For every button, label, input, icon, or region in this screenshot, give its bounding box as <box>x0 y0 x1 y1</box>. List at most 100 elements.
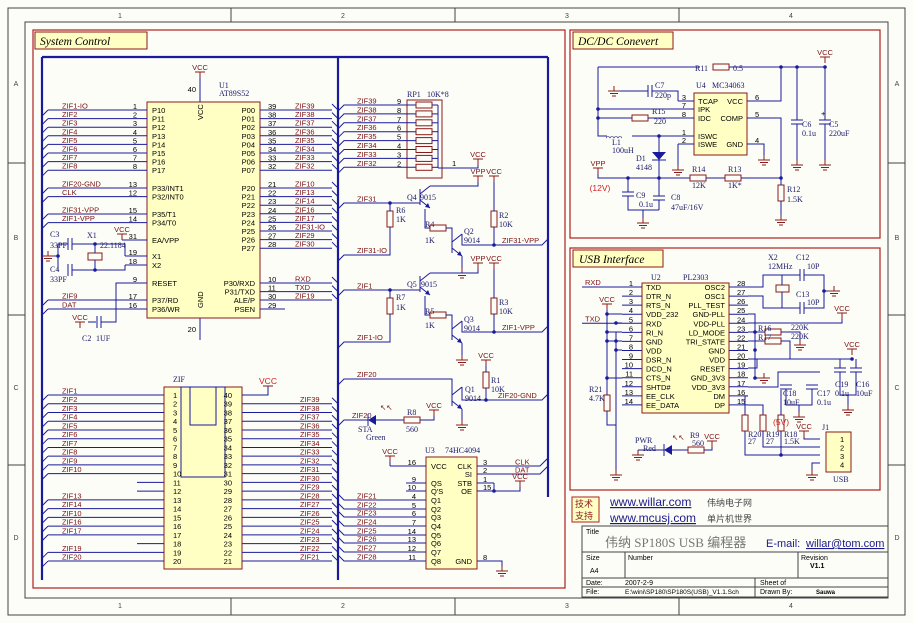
date-label: Date: <box>586 580 603 587</box>
zif-pin-number: 11 <box>173 478 181 487</box>
ruler-row-A: A <box>895 81 900 88</box>
u2-pin-TRI_STATE: TRI_STATE <box>686 337 725 346</box>
q5-value: 9015 <box>421 280 437 289</box>
u4-pin-GND: GND <box>726 140 743 149</box>
link-willar[interactable]: www.willar.com <box>609 495 691 509</box>
link-mcusj[interactable]: www.mcusj.com <box>609 511 696 525</box>
resistor <box>759 414 767 432</box>
junction-dot <box>484 398 488 402</box>
power-label-vcc: VCC <box>796 422 812 431</box>
u2-pin-GND: GND <box>708 346 725 355</box>
u2-part: PL2303 <box>683 273 708 282</box>
rp1-net-wire <box>337 131 420 139</box>
x2-value: 12MHz <box>768 262 793 271</box>
c19-value: 0.1u <box>835 389 849 398</box>
rp1-net-wire <box>337 113 420 121</box>
u3-pin-Q'S: Q'S <box>431 487 443 496</box>
wire <box>760 117 782 178</box>
schematic-canvas: System Control DC/DC Conevert USB Interf… <box>0 0 913 623</box>
wire <box>446 314 453 332</box>
size-label: Size <box>586 555 600 562</box>
u4-part: MC34063 <box>712 81 744 90</box>
c7-ref: C7 <box>655 81 664 90</box>
r19-value: 27 <box>766 437 774 446</box>
u2-pin-VDD_232: VDD_232 <box>646 310 679 319</box>
net-label: ZIF31 <box>357 195 377 204</box>
transistor-arrow <box>457 404 462 409</box>
r16-value: 220K <box>791 323 809 332</box>
u1-pin-number: 40 <box>188 85 196 94</box>
ruler-column-1: 1 <box>118 13 122 20</box>
zif-pin-number: 22 <box>224 548 232 557</box>
u1-pin-EA/VPP: EA/VPP <box>152 236 179 245</box>
r7-value: 1K <box>396 303 406 312</box>
net-label: ZIF33 <box>357 150 377 159</box>
u1-gnd-label: GND <box>196 291 205 308</box>
zif-pin-number: 18 <box>173 540 181 549</box>
resistor <box>777 184 785 202</box>
u4-pin-IDC: IDC <box>698 114 712 123</box>
u2-pin-RI_N: RI_N <box>646 328 663 337</box>
u2-pin-GND_3V3: GND_3V3 <box>691 374 725 383</box>
r14-value: 12K <box>692 181 706 190</box>
wire <box>337 378 453 398</box>
zif-pin-number: 1 <box>173 391 177 400</box>
led-pwr-icon <box>664 445 672 455</box>
net-label: ZIF32 <box>300 456 320 465</box>
r15-value: 220 <box>654 117 666 126</box>
link-mcusj-desc: 单片机世界 <box>707 513 752 524</box>
transistor-arrow <box>457 251 462 256</box>
u1-pin-ALE/P: ALE/P <box>234 296 255 305</box>
u2-pin-PLL_TEST: PLL_TEST <box>688 301 725 310</box>
power-label-vcc: VCC <box>382 447 398 456</box>
c8-ref: C8 <box>671 193 680 202</box>
power-label-vcc: VCC <box>426 401 442 410</box>
r6-value: 1K <box>396 215 406 224</box>
r1-value: 10K <box>491 385 505 394</box>
u2-pin-DTR_N: DTR_N <box>646 292 671 301</box>
revision-value: V1.1 <box>810 563 825 570</box>
zif-pin-number: 34 <box>224 443 232 452</box>
net-label: ZIF19 <box>62 544 82 553</box>
resistor <box>386 210 394 228</box>
u1-vcc-label: VCC <box>196 104 205 120</box>
net-label: ZIF17 <box>62 526 82 535</box>
c3-ref: C3 <box>50 230 59 239</box>
wire <box>811 462 820 470</box>
net-label: ZIF32 <box>357 159 377 168</box>
net-label: ZIF34 <box>357 141 377 150</box>
r14-ref: R14 <box>692 165 705 174</box>
zif-pin-number: 16 <box>173 522 181 531</box>
file-value: E:\wini\SP180\SP180S(USB)_V1.1.Sch <box>625 589 739 596</box>
net-label: ZIF38 <box>357 105 377 114</box>
net-label: TXD <box>585 314 601 323</box>
transistor-arrow <box>457 338 462 343</box>
u1-pin-P34/T0: P34/T0 <box>152 219 176 228</box>
u2-pin-SHTD#: SHTD# <box>646 383 671 392</box>
c4-value: 33PF <box>50 275 67 284</box>
junction-dot <box>779 453 783 457</box>
rp1-pin-number: 2 <box>397 159 401 168</box>
zif-pin-number: 20 <box>173 557 181 566</box>
u3-pin-Q7: Q7 <box>431 548 441 557</box>
net-label: ZIF35 <box>357 132 377 141</box>
r13-value: 1K* <box>728 181 742 190</box>
power-label-vcc: VCC <box>470 150 486 159</box>
net-label: ZIF39 <box>300 395 320 404</box>
email-link[interactable]: willar@tom.com <box>805 538 884 550</box>
zif-pin-number: 40 <box>224 391 232 400</box>
net-label: ZIF24 <box>300 526 320 535</box>
u2-pin-VDD: VDD <box>646 346 662 355</box>
power-label-vpp: VPP <box>470 167 485 176</box>
net-label: ZIF23 <box>300 535 320 544</box>
net-label: ZIF36 <box>357 123 377 132</box>
wire <box>704 443 713 451</box>
wire <box>430 265 479 274</box>
net-label: ZIF25 <box>300 518 320 527</box>
sheet-label: Sheet of <box>760 580 786 587</box>
j1-ref: J1 <box>822 423 829 432</box>
u2-pin-CTS_N: CTS_N <box>646 374 671 383</box>
power-label-vcc: VCC <box>817 48 833 57</box>
zif-pin-number: 38 <box>224 408 232 417</box>
diode-d1-icon <box>652 152 666 160</box>
